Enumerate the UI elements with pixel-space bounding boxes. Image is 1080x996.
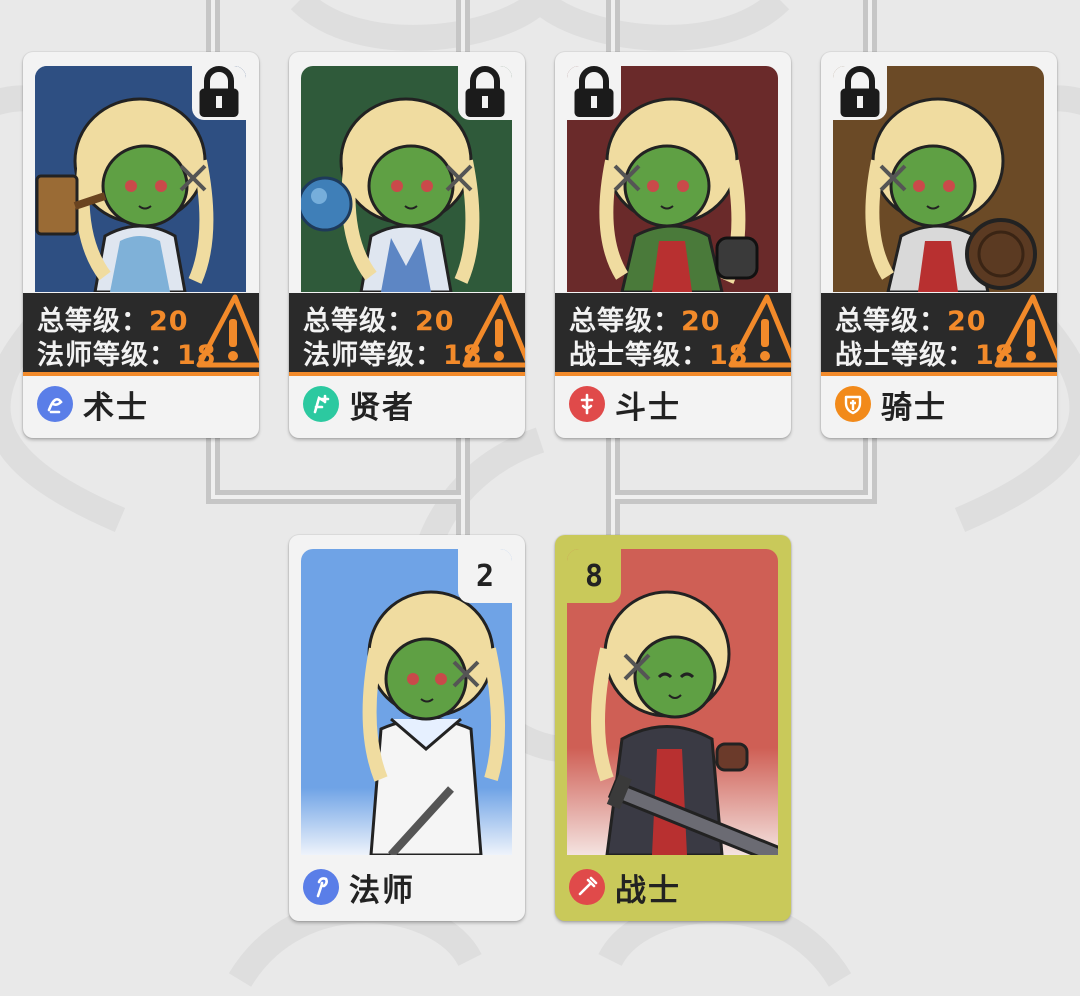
- class-card-fighter[interactable]: 总等级：20 战士等级：18 斗士: [555, 52, 791, 438]
- class-card-mage[interactable]: 2 法师: [289, 535, 525, 921]
- lock-icon: [192, 66, 246, 120]
- class-level-requirement: 战士等级：18: [569, 333, 749, 372]
- warning-icon: [728, 294, 791, 368]
- warlock-class-icon: [37, 386, 73, 422]
- sage-class-icon: [303, 386, 339, 422]
- warning-icon: [462, 294, 525, 368]
- class-level-requirement: 法师等级：18: [37, 333, 217, 372]
- class-level-label: 法师等级：: [37, 340, 177, 371]
- warning-icon: [196, 294, 259, 368]
- lock-icon: [833, 66, 887, 120]
- class-name: 术士: [83, 389, 149, 426]
- character-portrait: [301, 66, 512, 292]
- class-level-badge: 2: [458, 549, 512, 603]
- character-portrait: [833, 66, 1044, 292]
- character-portrait: 2: [301, 549, 512, 855]
- class-name-row: 法师: [303, 867, 415, 909]
- mage-class-icon: [303, 869, 339, 905]
- class-level-requirement: 战士等级：18: [835, 333, 1015, 372]
- class-name: 贤者: [349, 389, 415, 426]
- class-card-sage[interactable]: 总等级：20 法师等级：18 贤者: [289, 52, 525, 438]
- unlock-requirements: 总等级：20 战士等级：18: [821, 293, 1057, 376]
- lock-icon: [458, 66, 512, 120]
- class-level-badge: 8: [567, 549, 621, 603]
- unlock-requirements: 总等级：20 法师等级：18: [23, 293, 259, 376]
- class-level-requirement: 法师等级：18: [303, 333, 483, 372]
- unlock-requirements: 总等级：20 法师等级：18: [289, 293, 525, 376]
- class-level-label: 战士等级：: [569, 340, 709, 371]
- class-name-row: 战士: [569, 867, 681, 909]
- class-name: 骑士: [881, 389, 947, 426]
- class-card-knight[interactable]: 总等级：20 战士等级：18 骑士: [821, 52, 1057, 438]
- class-name: 法师: [349, 872, 415, 909]
- class-card-warrior[interactable]: 8 战士: [555, 535, 791, 921]
- character-portrait: [35, 66, 246, 292]
- class-name-row: 斗士: [569, 384, 681, 426]
- character-portrait: 8: [567, 549, 778, 855]
- class-level-label: 战士等级：: [835, 340, 975, 371]
- unlock-requirements: 总等级：20 战士等级：18: [555, 293, 791, 376]
- class-card-warlock[interactable]: 总等级：20 法师等级：18 术士: [23, 52, 259, 438]
- class-name-row: 术士: [37, 384, 149, 426]
- class-name-row: 贤者: [303, 384, 415, 426]
- knight-class-icon: [835, 386, 871, 422]
- fighter-class-icon: [569, 386, 605, 422]
- warrior-class-icon: [569, 869, 605, 905]
- character-portrait: [567, 66, 778, 292]
- warning-icon: [994, 294, 1057, 368]
- lock-icon: [567, 66, 621, 120]
- class-name: 斗士: [615, 389, 681, 426]
- class-name: 战士: [615, 872, 681, 909]
- class-name-row: 骑士: [835, 384, 947, 426]
- class-level-label: 法师等级：: [303, 340, 443, 371]
